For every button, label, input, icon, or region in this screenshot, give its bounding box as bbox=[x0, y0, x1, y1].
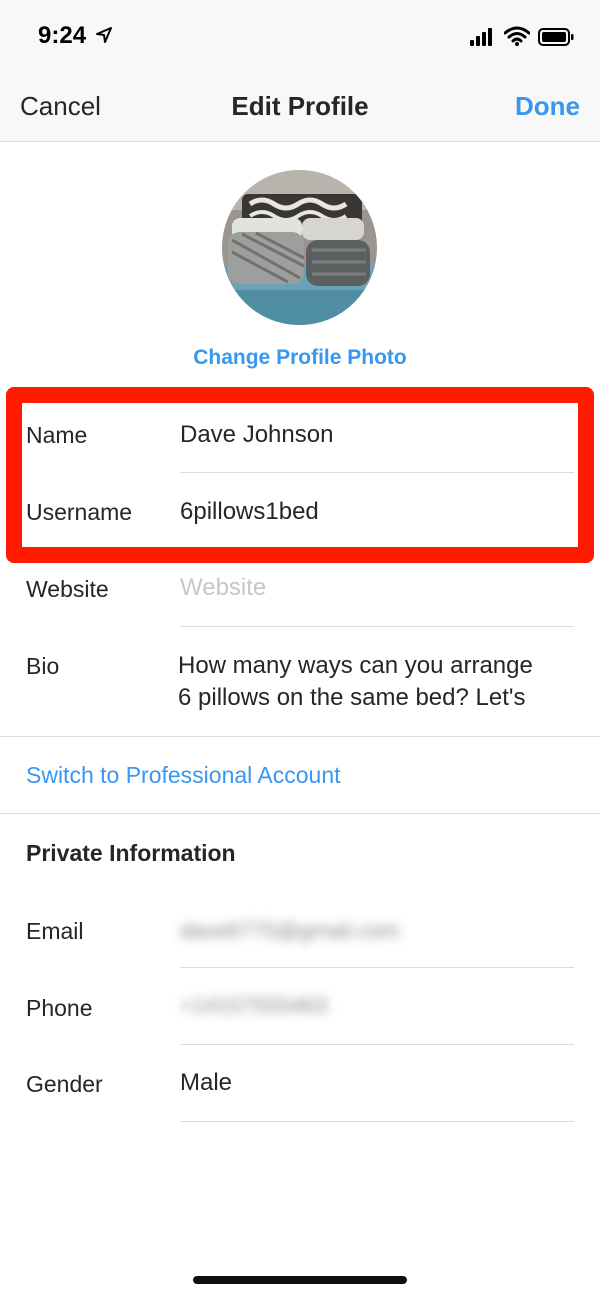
bio-field[interactable]: How many ways can you arrange 6 pillows … bbox=[178, 650, 588, 714]
highlight-box bbox=[6, 387, 594, 563]
website-label: Website bbox=[26, 576, 109, 602]
phone-field[interactable]: +14157555463 bbox=[180, 993, 327, 1019]
cellular-signal-icon bbox=[470, 28, 492, 46]
change-profile-photo-link[interactable]: Change Profile Photo bbox=[0, 346, 600, 370]
email-label: Email bbox=[26, 918, 84, 944]
email-field[interactable]: dave6775@gmail.com bbox=[180, 918, 399, 944]
status-bar: 9:24 bbox=[0, 0, 600, 72]
divider bbox=[180, 626, 574, 627]
cancel-button[interactable]: Cancel bbox=[20, 91, 101, 122]
status-time: 9:24 bbox=[38, 22, 87, 49]
divider bbox=[180, 1121, 574, 1122]
switch-professional-link[interactable]: Switch to Professional Account bbox=[26, 762, 341, 789]
location-arrow-icon bbox=[96, 27, 112, 43]
divider bbox=[180, 1044, 574, 1045]
wifi-icon bbox=[504, 26, 530, 46]
gender-label: Gender bbox=[26, 1071, 103, 1097]
home-indicator[interactable] bbox=[193, 1276, 407, 1284]
pillows-bed-photo bbox=[222, 170, 377, 325]
battery-icon bbox=[538, 28, 574, 46]
website-field[interactable]: Website bbox=[180, 574, 266, 602]
bio-label: Bio bbox=[26, 653, 60, 679]
section-divider bbox=[0, 736, 600, 737]
profile-avatar[interactable] bbox=[222, 170, 377, 325]
divider bbox=[180, 967, 574, 968]
phone-label: Phone bbox=[26, 995, 93, 1021]
private-info-title: Private Information bbox=[26, 840, 236, 866]
gender-field[interactable]: Male bbox=[180, 1069, 232, 1097]
nav-bar: Edit Profile Cancel Done bbox=[0, 72, 600, 142]
done-button[interactable]: Done bbox=[515, 91, 580, 122]
section-divider bbox=[0, 813, 600, 814]
